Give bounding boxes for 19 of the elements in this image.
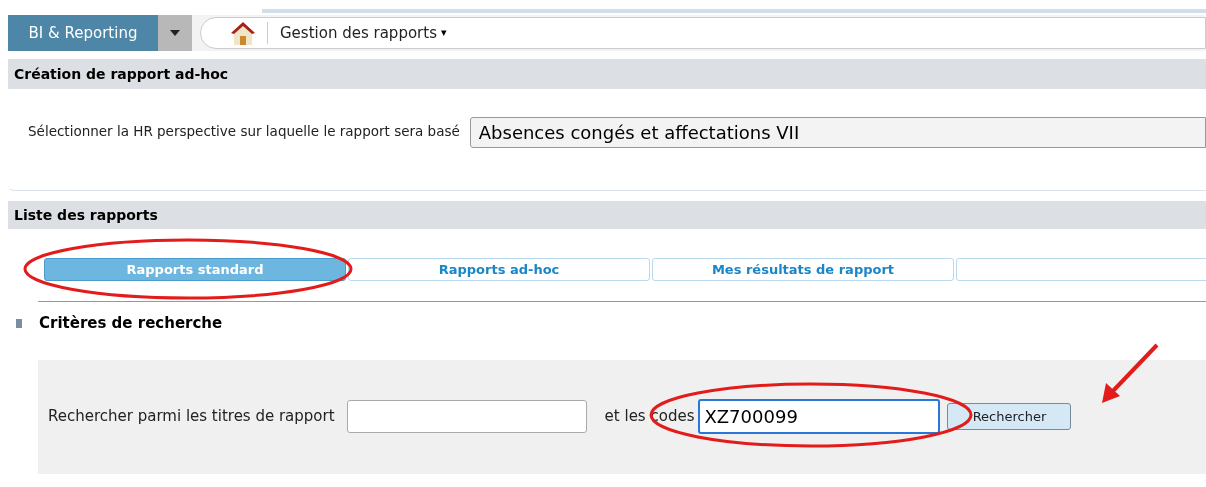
criteria-title: Critères de recherche [39,313,223,334]
tab[interactable]: Rapports ad-hoc [348,258,650,281]
caret-icon [170,30,180,36]
module-menu-button[interactable]: BI & Reporting [8,15,158,51]
field-label: Rechercher parmi les titres de rapport [48,406,335,428]
section-icon [16,318,22,328]
perspective-label: Sélectionner la HR perspective sur laquelle le rapport sera basé [28,122,460,141]
breadcrumb-link[interactable]: Gestion des rapports [280,21,437,45]
annotation-arrow [1102,343,1159,403]
section-title: Création de rapport ad-hoc [14,64,229,84]
tab[interactable]: Mes résultats de rapport [652,258,954,281]
section-title: Liste des rapports [14,205,158,225]
codes-input-field[interactable]: XZ700099 [698,399,941,434]
search-button[interactable]: Rechercher [947,403,1072,430]
home-icon[interactable] [229,20,257,46]
caret-icon[interactable]: ▾ [440,24,447,42]
dropdown-button[interactable] [158,15,192,51]
title-input-field[interactable] [346,400,587,433]
perspective-select[interactable]: Absences congés et affectations VII [469,117,1206,148]
